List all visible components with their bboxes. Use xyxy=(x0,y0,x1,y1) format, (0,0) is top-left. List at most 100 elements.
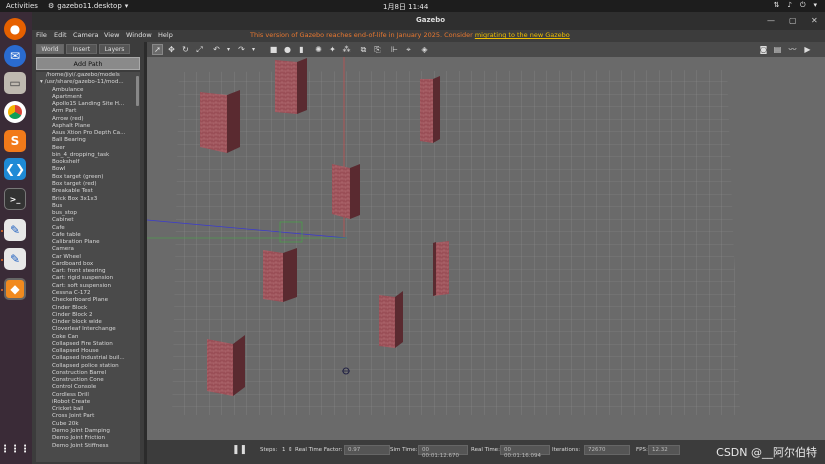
align-icon[interactable]: ⊩ xyxy=(389,44,400,55)
model-list-item[interactable]: Demo Joint Stiffness xyxy=(36,443,140,450)
model-list-item[interactable]: Apollo15 Landing Site H... xyxy=(36,101,140,108)
model-list-item[interactable]: Arrow (red) xyxy=(36,116,140,123)
model-list-item[interactable]: Construction Barrel xyxy=(36,370,140,377)
steps-value[interactable]: 1 xyxy=(282,447,286,453)
brick-box-2[interactable] xyxy=(275,58,307,114)
tab-layers[interactable]: Layers xyxy=(99,44,130,54)
pause-icon[interactable]: ❚❚ xyxy=(232,445,247,455)
copy-icon[interactable]: ⧉ xyxy=(358,44,369,55)
model-list-item[interactable]: Cessna C-172 xyxy=(36,290,140,297)
step-stepper-icon[interactable]: ⇕ xyxy=(288,447,293,453)
chrome-icon[interactable] xyxy=(4,101,26,123)
menu-edit[interactable]: Edit xyxy=(54,31,67,39)
model-list-item[interactable]: Collapsed Fire Station xyxy=(36,341,140,348)
model-list-item[interactable]: Beer xyxy=(36,145,140,152)
firefox-icon[interactable]: ● xyxy=(4,18,26,40)
model-list-item[interactable]: iRobot Create xyxy=(36,399,140,406)
text-editor-icon[interactable]: ✎ xyxy=(4,248,26,270)
model-list-item[interactable]: Bowl xyxy=(36,166,140,173)
scale-mode-icon[interactable]: ⤢ xyxy=(194,44,205,55)
menu-camera[interactable]: Camera xyxy=(73,31,99,39)
thunderbird-icon[interactable]: ✉ xyxy=(4,45,26,67)
chevron-down-icon[interactable]: ▾ xyxy=(223,44,234,55)
model-list-item[interactable]: Control Console xyxy=(36,384,140,391)
model-list-item[interactable]: Cafe xyxy=(36,225,140,232)
terminal-icon[interactable]: >_ xyxy=(4,188,26,210)
model-list-item[interactable]: Cross Joint Part xyxy=(36,413,140,420)
model-list-item[interactable]: bin_4_dropping_task xyxy=(36,152,140,159)
log-icon[interactable]: ▤ xyxy=(772,44,783,55)
model-list-item[interactable]: Cafe table xyxy=(36,232,140,239)
point-light-icon[interactable]: ✺ xyxy=(313,44,324,55)
model-list-item[interactable]: Cinder block wide xyxy=(36,319,140,326)
video-record-icon[interactable]: ▶ xyxy=(802,44,813,55)
model-list-item[interactable]: Breakable Test xyxy=(36,188,140,195)
files-icon[interactable]: ▭ xyxy=(4,72,26,94)
gazebo-dock-icon[interactable]: ◆ xyxy=(4,278,26,300)
brick-box-3[interactable] xyxy=(420,76,440,143)
model-list-item[interactable]: Apartment xyxy=(36,94,140,101)
model-list-item[interactable]: Car Wheel xyxy=(36,254,140,261)
model-list-item[interactable]: Calibration Plane xyxy=(36,239,140,246)
model-path-item[interactable]: ▾ /usr/share/gazebo-11/mod... xyxy=(36,79,140,86)
model-list-item[interactable]: Cardboard box xyxy=(36,261,140,268)
model-list-item[interactable]: Cordless Drill xyxy=(36,392,140,399)
model-list-item[interactable]: Construction Cone xyxy=(36,377,140,384)
directional-light-icon[interactable]: ⁂ xyxy=(341,44,352,55)
model-list-item[interactable]: Cube 20k xyxy=(36,421,140,428)
box-shape-icon[interactable]: ■ xyxy=(268,44,279,55)
model-list-item[interactable]: bus_stop xyxy=(36,210,140,217)
change-view-icon[interactable]: ◈ xyxy=(419,44,430,55)
model-list-item[interactable]: Cinder Block 2 xyxy=(36,312,140,319)
close-icon[interactable]: ✕ xyxy=(811,16,818,25)
system-tray[interactable]: ⇅ ♪ ⏻ ▾ xyxy=(774,1,817,10)
tab-insert[interactable]: Insert xyxy=(66,44,97,54)
add-path-button[interactable]: Add Path xyxy=(36,57,140,70)
menu-window[interactable]: Window xyxy=(126,31,152,39)
menu-file[interactable]: File xyxy=(36,31,47,39)
model-list-item[interactable]: Cinder Block xyxy=(36,305,140,312)
translate-mode-icon[interactable]: ✥ xyxy=(166,44,177,55)
model-list-item[interactable]: Brick Box 3x1x3 xyxy=(36,196,140,203)
plot-icon[interactable]: 〰 xyxy=(787,44,798,55)
model-list-item[interactable]: Cart: rigid suspension xyxy=(36,275,140,282)
brick-box-6[interactable] xyxy=(433,241,449,296)
model-list-item[interactable]: Cricket ball xyxy=(36,406,140,413)
sublime-text-icon[interactable]: S xyxy=(4,130,26,152)
model-list-item[interactable]: Asphalt Plane xyxy=(36,123,140,130)
model-list-item[interactable]: Camera xyxy=(36,246,140,253)
list-scrollbar[interactable] xyxy=(136,76,139,106)
model-path-item[interactable]: /home/jiyi/.gazebo/models xyxy=(36,72,140,79)
cylinder-shape-icon[interactable]: ▮ xyxy=(296,44,307,55)
model-list-item[interactable]: Bookshelf xyxy=(36,159,140,166)
model-list-item[interactable]: Cabinet xyxy=(36,217,140,224)
chevron-down-icon[interactable]: ▾ xyxy=(248,44,259,55)
app-menu[interactable]: ⚙ gazebo11.desktop ▾ xyxy=(48,2,128,10)
model-list-item[interactable]: Collapsed police station xyxy=(36,363,140,370)
system-clock[interactable]: 1月8日 11:44 xyxy=(383,2,428,12)
screenshot-icon[interactable]: ◙ xyxy=(758,44,769,55)
model-list-item[interactable]: Demo Joint Damping xyxy=(36,428,140,435)
vscode-icon[interactable]: ❮❯ xyxy=(4,158,26,180)
minimize-icon[interactable]: — xyxy=(767,16,775,25)
model-list-item[interactable]: Ball Bearing xyxy=(36,137,140,144)
text-editor-icon[interactable]: ✎ xyxy=(4,219,26,241)
model-list-item[interactable]: Coke Can xyxy=(36,334,140,341)
select-mode-icon[interactable]: ➚ xyxy=(152,44,163,55)
model-list-item[interactable]: Demo Joint Friction xyxy=(36,435,140,442)
model-list-item[interactable]: Cart: soft suspension xyxy=(36,283,140,290)
activities-button[interactable]: Activities xyxy=(6,2,38,10)
model-list-item[interactable]: Box target (green) xyxy=(36,174,140,181)
paste-icon[interactable]: ⎘ xyxy=(372,44,383,55)
brick-box-7[interactable] xyxy=(379,291,403,348)
model-list-item[interactable]: Cart: front steering xyxy=(36,268,140,275)
model-list-item[interactable]: Collapsed Industrial buil... xyxy=(36,355,140,362)
tab-world[interactable]: World xyxy=(36,44,64,54)
model-list-item[interactable]: Box target (red) xyxy=(36,181,140,188)
model-list-item[interactable]: Collapsed House xyxy=(36,348,140,355)
model-list-item[interactable]: Asus Xtion Pro Depth Ca... xyxy=(36,130,140,137)
menu-help[interactable]: Help xyxy=(158,31,173,39)
menu-view[interactable]: View xyxy=(104,31,119,39)
maximize-icon[interactable]: ▢ xyxy=(789,16,797,25)
model-list-item[interactable]: Ambulance xyxy=(36,87,140,94)
